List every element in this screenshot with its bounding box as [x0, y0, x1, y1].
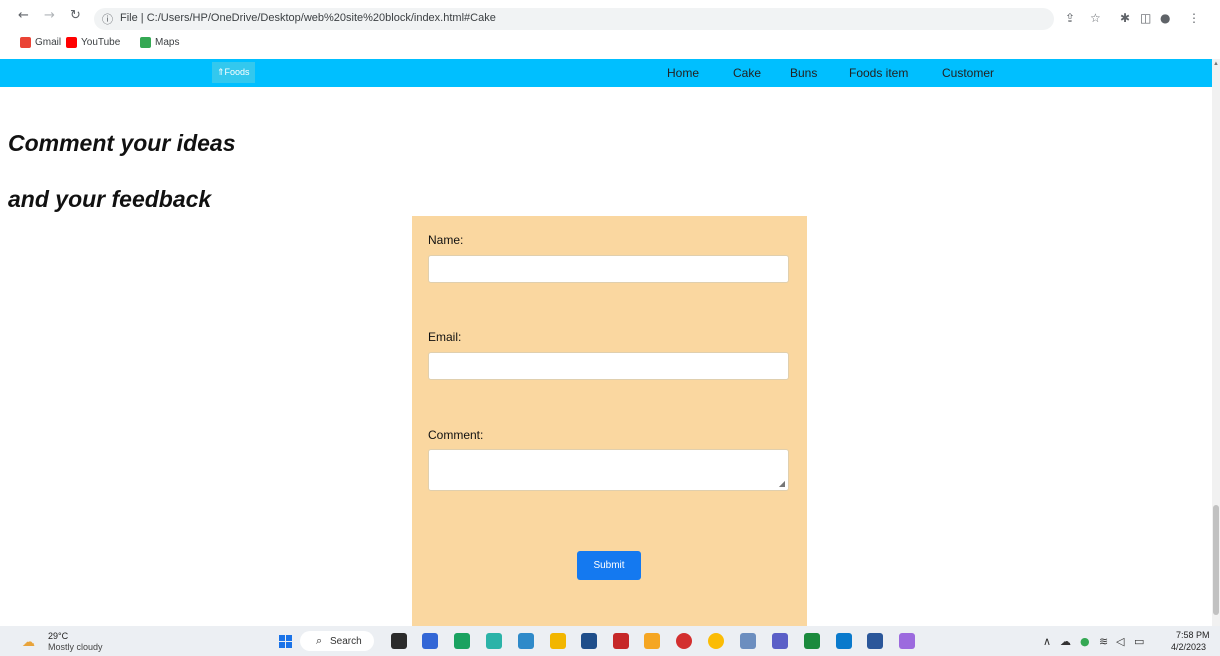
app-icon-5[interactable] [740, 633, 756, 649]
chrome-icon[interactable] [708, 633, 724, 649]
brand-logo[interactable]: ⇑Foods [212, 62, 255, 83]
page-scrollbar[interactable]: ▲ [1212, 59, 1220, 626]
youtube-icon [66, 37, 77, 48]
scroll-up-icon[interactable]: ▲ [1212, 61, 1220, 67]
gmail-icon [20, 37, 31, 48]
taskbar-search[interactable]: ⌕ Search [300, 631, 374, 651]
opera-icon[interactable] [676, 633, 692, 649]
tray-chevron-icon[interactable]: ∧ [1043, 635, 1051, 648]
weather-temperature[interactable]: 29°C [48, 631, 68, 641]
task-view-icon[interactable] [391, 633, 407, 649]
app-icon-1[interactable] [422, 633, 438, 649]
word-icon[interactable] [867, 633, 883, 649]
email-label: Email: [428, 330, 462, 344]
url-text: File | C:/Users/HP/OneDrive/Desktop/web%… [120, 12, 496, 24]
page-heading-2: and your feedback [8, 186, 212, 212]
tray-app-icon[interactable]: ● [1080, 635, 1090, 648]
address-row: ← → ↻ ⓘ File | C:/Users/HP/OneDrive/Desk… [0, 2, 1220, 32]
address-bar[interactable]: ⓘ File | C:/Users/HP/OneDrive/Desktop/we… [94, 8, 1054, 30]
app-icon-4[interactable] [644, 633, 660, 649]
app-icon-3[interactable] [518, 633, 534, 649]
pycharm-icon[interactable] [804, 633, 820, 649]
sidepanel-icon[interactable]: ◫ [1140, 11, 1151, 25]
menu-dots-icon[interactable]: ⋮ [1188, 11, 1200, 25]
weather-condition[interactable]: Mostly cloudy [48, 642, 103, 652]
star-icon[interactable]: ☆ [1090, 11, 1101, 25]
share-icon[interactable]: ⇪ [1065, 11, 1075, 25]
teams-icon[interactable] [772, 633, 788, 649]
onedrive-icon[interactable]: ☁ [1060, 635, 1071, 648]
mcafee-icon[interactable] [613, 633, 629, 649]
name-label: Name: [428, 233, 464, 247]
volume-icon[interactable]: ◁ [1116, 635, 1124, 648]
battery-icon[interactable]: ▭ [1134, 635, 1144, 648]
comment-textarea[interactable]: ◢ [428, 449, 789, 491]
extensions-icon[interactable]: ✱ [1120, 11, 1130, 25]
browser-chrome: ← → ↻ ⓘ File | C:/Users/HP/OneDrive/Desk… [0, 0, 1220, 59]
site-navbar: ⇑Foods Home Cake Buns Foods item Custome… [0, 59, 1212, 87]
back-arrow-icon[interactable]: ← [18, 8, 29, 23]
edge-icon[interactable] [486, 633, 502, 649]
scroll-thumb[interactable] [1213, 505, 1219, 615]
nav-customer[interactable]: Customer [942, 66, 994, 80]
nav-cake[interactable]: Cake [733, 66, 761, 80]
info-icon[interactable]: ⓘ [102, 11, 113, 27]
weather-cloud-icon[interactable]: ☁ [22, 634, 35, 650]
windows-taskbar: ☁ 29°C Mostly cloudy ⌕ Search ∧ ☁ ● ≋ ◁ … [0, 626, 1220, 656]
search-icon: ⌕ [316, 634, 323, 647]
reload-icon[interactable]: ↻ [70, 8, 81, 23]
email-input[interactable] [428, 352, 789, 380]
app-icon-6[interactable] [899, 633, 915, 649]
submit-button[interactable]: Submit [577, 551, 641, 580]
bookmarks-bar: Gmail YouTube Maps [0, 35, 1220, 55]
store-icon[interactable] [581, 633, 597, 649]
bookmark-gmail[interactable]: Gmail [20, 37, 61, 48]
forward-arrow-icon[interactable]: → [44, 8, 55, 23]
windows-start-icon[interactable] [279, 635, 292, 648]
name-input[interactable] [428, 255, 789, 283]
profile-icon[interactable]: ● [1160, 11, 1170, 25]
nav-foods-item[interactable]: Foods item [849, 66, 908, 80]
comment-label: Comment: [428, 428, 484, 442]
bookmark-maps[interactable]: Maps [140, 37, 179, 48]
clock-time[interactable]: 7:58 PM [1176, 630, 1210, 640]
resize-grip-icon[interactable]: ◢ [779, 479, 785, 488]
wifi-icon[interactable]: ≋ [1099, 635, 1108, 648]
maps-icon [140, 37, 151, 48]
nav-home[interactable]: Home [667, 66, 699, 80]
clock-date[interactable]: 4/2/2023 [1171, 642, 1206, 652]
app-icon-2[interactable] [454, 633, 470, 649]
vscode-icon[interactable] [836, 633, 852, 649]
file-explorer-icon[interactable] [550, 633, 566, 649]
page-heading-1: Comment your ideas [8, 130, 236, 156]
bookmark-youtube[interactable]: YouTube [66, 37, 120, 48]
nav-buns[interactable]: Buns [790, 66, 817, 80]
feedback-form: Name: Email: Comment: ◢ Submit [412, 216, 807, 626]
